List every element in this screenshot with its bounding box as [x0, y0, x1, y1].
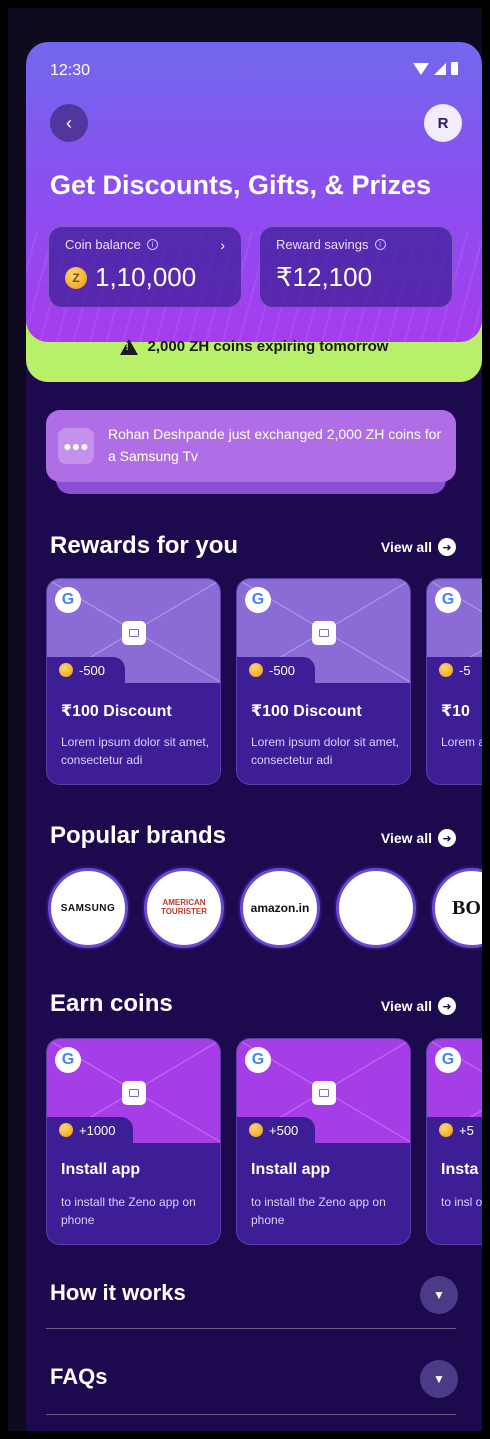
reward-description: Lorem ipsum dolor sit amet, consectetur … [251, 735, 400, 767]
arrow-right-icon: ➜ [438, 829, 456, 847]
google-icon: G [435, 1047, 461, 1073]
activity-text: Rohan Deshpande just exchanged 2,000 ZH … [108, 426, 442, 464]
reward-name: ₹100 Discount [251, 703, 362, 720]
reward-savings-label: Reward savings [276, 237, 369, 252]
view-all-label: View all [380, 830, 432, 846]
people-icon: ●●● [58, 428, 94, 464]
wifi-icon [413, 62, 429, 75]
warning-icon [119, 338, 138, 355]
brand-boss[interactable]: BOS [432, 868, 482, 948]
page-title: Get Discounts, Gifts, & Prizes [50, 170, 432, 200]
google-icon: G [245, 587, 271, 613]
chevron-down-icon[interactable]: ▼ [420, 1276, 458, 1314]
reward-card[interactable]: G -500 ₹100 Discount Lorem ipsum dolor s… [46, 578, 221, 785]
coin-icon [439, 663, 453, 677]
device-frame: 2,000 ZH coins expiring tomorrow 12:30 ‹… [8, 8, 482, 1431]
divider [46, 1328, 456, 1329]
signal-icon [434, 62, 446, 75]
status-time: 12:30 [50, 62, 91, 79]
earn-card[interactable]: G +1000 Install app to install the Zeno … [46, 1038, 221, 1245]
divider [46, 1414, 456, 1415]
status-icons [413, 62, 458, 75]
google-icon: G [245, 1047, 271, 1073]
arrow-right-icon: ➜ [438, 997, 456, 1015]
earn-reward: +5 [459, 1122, 474, 1138]
coin-balance-value: 1,10,000 [95, 262, 197, 292]
avatar[interactable]: R [424, 104, 462, 142]
earn-description: to install the Zeno app on phone [251, 1195, 386, 1227]
reward-cost: -5 [459, 662, 471, 678]
activity-banner[interactable]: ●●● Rohan Deshpande just exchanged 2,000… [46, 410, 456, 482]
info-icon[interactable]: i [374, 239, 386, 250]
brand-amazon[interactable]: amazon.in [240, 868, 320, 948]
coin-icon [59, 1123, 73, 1137]
back-button[interactable]: ‹ [50, 104, 88, 142]
reward-savings-card[interactable]: Reward savings i ₹12,100 [259, 226, 453, 308]
coin-icon [59, 663, 73, 677]
reward-savings-value: ₹12,100 [276, 262, 373, 292]
google-icon: G [55, 1047, 81, 1073]
brand-american-tourister[interactable]: AMERICAN TOURISTER [144, 868, 224, 948]
earn-description: to insl on ph [441, 1195, 482, 1209]
reward-description: Lorem amet, [441, 735, 482, 749]
earn-card[interactable]: G +5 Insta to insl on ph [426, 1038, 482, 1245]
earn-name: Install app [61, 1161, 141, 1178]
image-icon [122, 621, 146, 645]
brands-section-title: Popular brands [50, 822, 227, 849]
earn-name: Insta [441, 1161, 479, 1178]
reward-description: Lorem ipsum dolor sit amet, consectetur … [61, 735, 210, 767]
coin-balance-label: Coin balance [65, 237, 141, 252]
brand-samsung[interactable]: SAMSUNG [48, 868, 128, 948]
reward-card[interactable]: G -5 ₹10 Lorem amet, [426, 578, 482, 785]
rewards-view-all-link[interactable]: View all ➜ [381, 538, 456, 556]
earn-reward: +500 [269, 1122, 299, 1138]
rewards-section-title: Rewards for you [50, 532, 239, 559]
coin-icon [439, 1123, 453, 1137]
coin-balance-card[interactable]: Coin balance i › Z 1,10,000 [48, 226, 242, 308]
brand-logo[interactable] [336, 868, 416, 948]
expiry-notice: 2,000 ZH coins expiring tomorrow [26, 338, 482, 355]
reward-name: ₹10 [441, 703, 470, 720]
earn-reward: +1000 [79, 1122, 116, 1138]
earn-name: Install app [251, 1161, 331, 1178]
google-icon: G [435, 587, 461, 613]
image-icon [312, 621, 336, 645]
reward-card[interactable]: G -500 ₹100 Discount Lorem ipsum dolor s… [236, 578, 411, 785]
image-icon [312, 1081, 336, 1105]
coin-icon [249, 663, 263, 677]
coin-icon: Z [65, 266, 87, 289]
google-icon: G [55, 587, 81, 613]
reward-name: ₹100 Discount [61, 703, 172, 720]
earn-description: to install the Zeno app on phone [61, 1195, 196, 1227]
faqs-title[interactable]: FAQs [50, 1364, 107, 1390]
earn-card[interactable]: G +500 Install app to install the Zeno a… [236, 1038, 411, 1245]
earn-view-all-link[interactable]: View all ➜ [381, 997, 456, 1015]
how-it-works-title[interactable]: How it works [50, 1280, 186, 1306]
app-screen: 2,000 ZH coins expiring tomorrow 12:30 ‹… [26, 42, 482, 1431]
expiry-text: 2,000 ZH coins expiring tomorrow [147, 338, 389, 355]
chevron-down-icon[interactable]: ▼ [420, 1360, 458, 1398]
earn-section-title: Earn coins [50, 990, 173, 1017]
arrow-right-icon: ➜ [438, 538, 456, 556]
coin-icon [249, 1123, 263, 1137]
reward-cost: -500 [79, 662, 106, 678]
battery-icon [451, 62, 458, 75]
chevron-right-icon: › [220, 237, 225, 253]
view-all-label: View all [380, 539, 432, 555]
view-all-label: View all [380, 998, 432, 1014]
info-icon[interactable]: i [146, 239, 158, 250]
brands-view-all-link[interactable]: View all ➜ [381, 829, 456, 847]
image-icon [122, 1081, 146, 1105]
reward-cost: -500 [269, 662, 296, 678]
